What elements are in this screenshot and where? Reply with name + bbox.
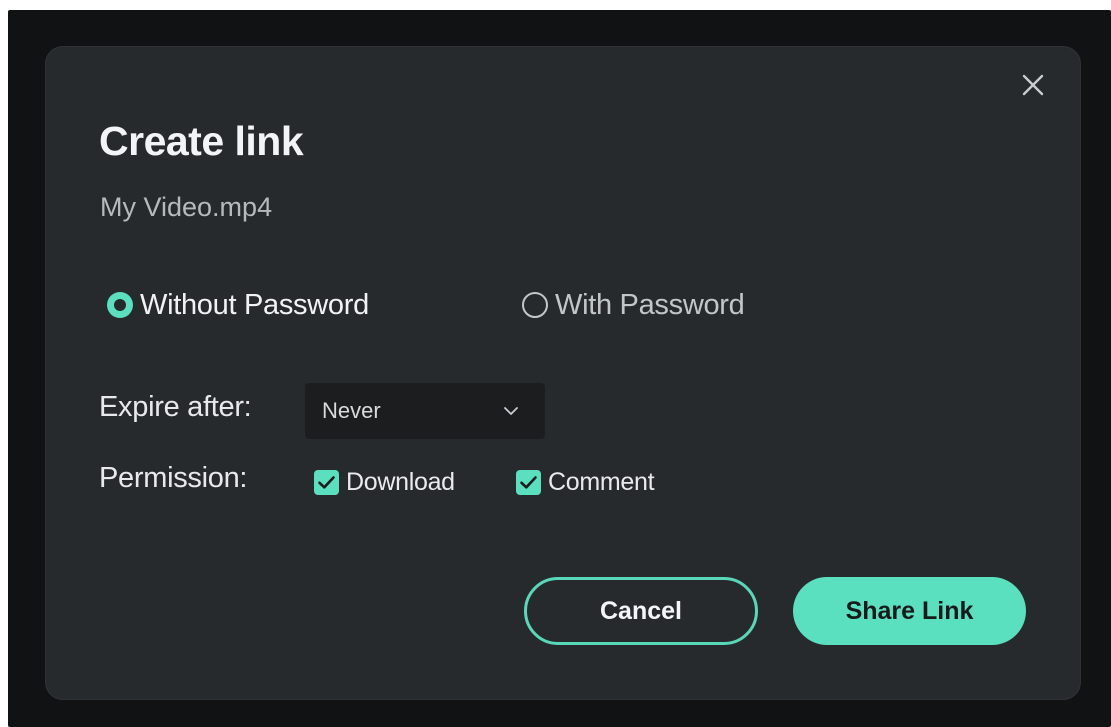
radio-unselected-icon: [522, 292, 548, 318]
cancel-button[interactable]: Cancel: [524, 577, 758, 645]
expire-label: Expire after:: [99, 391, 252, 423]
radio-with-password[interactable]: With Password: [521, 285, 745, 325]
checkbox-label: Comment: [548, 467, 655, 496]
radio-label: Without Password: [140, 288, 369, 321]
checkbox-label: Download: [346, 467, 455, 496]
chevron-down-icon: [504, 407, 518, 415]
checkbox-checked-icon: [314, 469, 339, 495]
close-button[interactable]: [1018, 70, 1048, 100]
file-name: My Video.mp4: [100, 192, 273, 222]
checkbox-download[interactable]: Download: [314, 464, 455, 500]
dialog-title: Create link: [99, 118, 304, 164]
close-icon: [1022, 74, 1044, 96]
share-link-button[interactable]: Share Link: [793, 577, 1026, 645]
expire-value: Never: [322, 398, 381, 423]
checkbox-comment[interactable]: Comment: [516, 464, 655, 500]
radio-selected-icon: [107, 292, 133, 318]
radio-without-password[interactable]: Without Password: [106, 285, 369, 325]
checkbox-checked-icon: [516, 469, 541, 495]
radio-label: With Password: [555, 288, 745, 321]
expire-select[interactable]: Never: [305, 383, 545, 439]
permission-label: Permission:: [99, 462, 248, 494]
